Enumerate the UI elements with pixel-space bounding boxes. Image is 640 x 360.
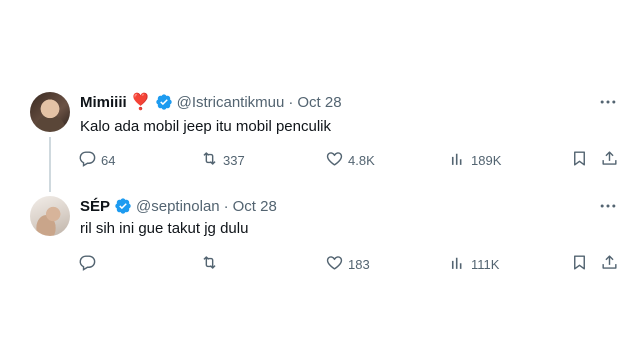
tweet-text: Kalo ada mobil jeep itu mobil penculik (80, 118, 331, 135)
like-count: 183 (348, 256, 370, 272)
tweet-thread: Mimiiii ❣️ @Istricantikmuu · Oct 28 Kalo… (0, 0, 640, 360)
more-dots-icon[interactable] (596, 92, 620, 112)
retweet-icon (200, 253, 219, 275)
verified-badge-icon (114, 197, 132, 215)
share-icon (600, 149, 619, 171)
retweet-button[interactable] (200, 252, 223, 276)
tweet-header: Mimiiii ❣️ @Istricantikmuu · Oct 28 (80, 92, 342, 112)
tweet-date[interactable]: Oct 28 (233, 198, 277, 215)
like-button[interactable]: 4.8K (325, 148, 375, 172)
views-button[interactable]: 189K (448, 148, 501, 172)
views-bars-icon (448, 149, 467, 171)
separator-dot: · (288, 93, 294, 111)
share-button[interactable] (600, 148, 619, 172)
bookmark-icon (570, 253, 589, 275)
handle[interactable]: @Istricantikmuu (177, 94, 285, 111)
retweet-icon (200, 149, 219, 171)
heart-emoji: ❣️ (130, 94, 151, 111)
verified-badge-icon (155, 93, 173, 111)
retweet-button[interactable]: 337 (200, 148, 245, 172)
views-button[interactable]: 111K (448, 252, 499, 276)
views-bars-icon (448, 253, 467, 275)
tweet-actions: 183 111K (0, 252, 640, 276)
tweet-header: SÉP @septinolan · Oct 28 (80, 196, 277, 216)
views-count: 111K (471, 256, 500, 272)
tweet[interactable]: SÉP @septinolan · Oct 28 ril sih ini gue… (0, 188, 640, 284)
bookmark-button[interactable] (570, 252, 589, 276)
reply-button[interactable] (78, 252, 101, 276)
avatar[interactable] (30, 92, 70, 132)
tweet-date[interactable]: Oct 28 (297, 94, 341, 111)
share-button[interactable] (600, 252, 619, 276)
like-button[interactable]: 183 (325, 252, 370, 276)
more-dots-icon[interactable] (596, 196, 620, 216)
bookmark-icon (570, 149, 589, 171)
reply-button[interactable]: 64 (78, 148, 115, 172)
heart-icon (325, 149, 344, 171)
reply-bubble-icon (78, 253, 97, 275)
heart-icon (325, 253, 344, 275)
reply-count: 64 (101, 152, 116, 168)
share-icon (600, 253, 619, 275)
separator-dot: · (223, 197, 229, 215)
retweet-count: 337 (223, 152, 245, 168)
handle[interactable]: @septinolan (136, 198, 220, 215)
tweet[interactable]: Mimiiii ❣️ @Istricantikmuu · Oct 28 Kalo… (0, 84, 640, 188)
avatar[interactable] (30, 196, 70, 236)
tweet-actions: 64 337 4.8K 189K (0, 148, 640, 172)
reply-bubble-icon (78, 149, 97, 171)
views-count: 189K (471, 152, 502, 168)
tweet-text: ril sih ini gue takut jg dulu (80, 220, 249, 237)
display-name[interactable]: SÉP (80, 198, 110, 215)
display-name[interactable]: Mimiiii (80, 94, 127, 111)
bookmark-button[interactable] (570, 148, 589, 172)
like-count: 4.8K (348, 152, 375, 168)
